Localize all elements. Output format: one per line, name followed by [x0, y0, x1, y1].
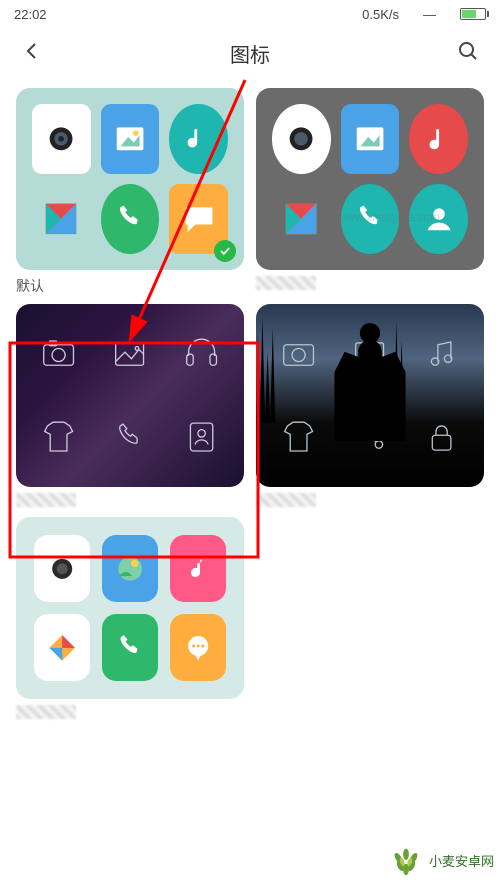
theme-label	[256, 276, 316, 290]
theme-label	[16, 493, 76, 507]
theme-rounded-preview	[16, 517, 244, 699]
gallery-app-icon	[101, 104, 160, 174]
contacts-app-icon	[181, 407, 222, 467]
photos-app-icon	[272, 184, 331, 254]
phone-app-icon	[102, 614, 158, 681]
contacts-app-icon	[409, 184, 468, 254]
photos-app-icon	[32, 184, 91, 254]
phone-app-icon	[101, 184, 160, 254]
battery-icon	[460, 8, 486, 20]
music-app-icon	[181, 324, 222, 384]
gallery-app-icon	[341, 104, 400, 174]
theme-dark-purple-preview	[16, 304, 244, 486]
theme-default[interactable]: 默认	[16, 88, 244, 294]
back-button[interactable]	[20, 39, 44, 68]
status-bar: 22:02 0.5K/s —	[0, 0, 500, 28]
phone-app-icon	[341, 184, 400, 254]
theme-default-preview	[16, 88, 244, 270]
theme-gray[interactable]	[256, 88, 484, 294]
watermark-text: 小麦安卓网	[429, 851, 494, 870]
signal-dash-icon: —	[423, 7, 436, 22]
theme-dark-photo-preview	[256, 304, 484, 486]
theme-gray-preview	[256, 88, 484, 270]
camera-app-icon	[272, 104, 331, 174]
theme-dark-photo[interactable]	[256, 304, 484, 506]
wheat-icon	[387, 841, 425, 879]
search-button[interactable]	[456, 39, 480, 68]
page-title: 图标	[230, 39, 270, 68]
camera-app-icon	[32, 104, 91, 174]
clothes-app-icon	[38, 407, 79, 467]
net-speed: 0.5K/s	[362, 7, 399, 22]
theme-grid: 默认	[0, 78, 500, 719]
music-app-icon	[170, 535, 226, 602]
photos-app-icon	[34, 614, 90, 681]
status-indicators: 0.5K/s —	[362, 7, 486, 22]
watermark-logo: 小麦安卓网	[387, 841, 494, 879]
music-app-icon	[169, 104, 228, 174]
theme-dark-purple[interactable]	[16, 304, 244, 506]
messages-app-icon	[170, 614, 226, 681]
selected-badge	[214, 240, 236, 262]
gallery-app-icon	[102, 535, 158, 602]
theme-rounded[interactable]	[16, 517, 244, 719]
music-app-icon	[409, 104, 468, 174]
clock: 22:02	[14, 7, 47, 22]
theme-label	[16, 705, 76, 719]
phone-app-icon	[109, 407, 150, 467]
app-header: 图标	[0, 28, 500, 78]
camera-app-icon	[34, 535, 90, 602]
grass-silhouette	[256, 304, 404, 423]
theme-label	[256, 493, 316, 507]
theme-label: 默认	[16, 276, 244, 294]
gallery-app-icon	[109, 324, 150, 384]
camera-app-icon	[38, 324, 79, 384]
